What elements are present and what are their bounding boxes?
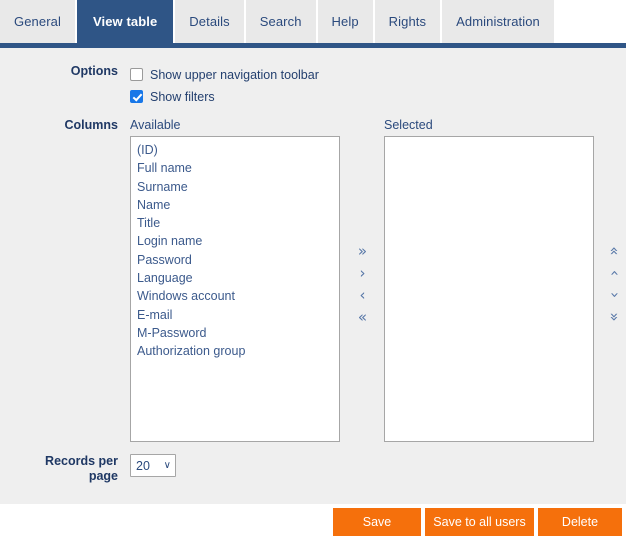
save-to-all-users-button[interactable]: Save to all users — [425, 508, 534, 536]
tab-label: Search — [259, 14, 302, 29]
view-table-settings-panel: Options Show upper navigation toolbar Sh… — [0, 48, 626, 504]
order-arrow-group: « ‹ › » — [601, 242, 626, 330]
checkbox-show-upper-navigation-toolbar[interactable] — [130, 68, 143, 81]
columns-label: Columns — [64, 118, 118, 132]
tab-administration[interactable]: Administration — [442, 0, 554, 43]
options-label: Options — [70, 64, 118, 78]
chevron-down-icon: ∨ — [163, 459, 171, 471]
available-column: Available (ID) Full name Surname Name Ti… — [130, 118, 340, 442]
tab-details[interactable]: Details — [175, 0, 244, 43]
move-right-icon[interactable]: › — [360, 264, 366, 282]
tab-view-table[interactable]: View table — [76, 0, 174, 43]
list-item[interactable]: M-Password — [135, 324, 339, 342]
records-per-page-row: Records per page 20 ∨ — [10, 454, 510, 484]
tab-search[interactable]: Search — [245, 0, 316, 43]
move-down-icon[interactable]: › — [606, 292, 624, 298]
options-checkbox-group: Show upper navigation toolbar Show filte… — [130, 64, 319, 108]
columns-transfer-widget: Available (ID) Full name Surname Name Ti… — [130, 118, 626, 442]
options-row: Options Show upper navigation toolbar Sh… — [10, 64, 610, 108]
tab-bar-filler — [555, 0, 626, 43]
save-button[interactable]: Save — [333, 508, 421, 536]
checkbox-row-show-filters[interactable]: Show filters — [130, 86, 319, 107]
move-left-icon[interactable]: ‹ — [360, 286, 366, 304]
move-to-top-icon[interactable]: « — [606, 246, 624, 255]
tab-label: Details — [189, 14, 230, 29]
tab-rights[interactable]: Rights — [374, 0, 441, 43]
tab-label: Help — [331, 14, 359, 29]
list-item[interactable]: Surname — [135, 178, 339, 196]
list-item[interactable]: Authorization group — [135, 342, 339, 360]
tab-label: General — [14, 14, 61, 29]
available-listbox[interactable]: (ID) Full name Surname Name Title Login … — [130, 136, 340, 442]
checkbox-show-filters[interactable] — [130, 90, 143, 103]
records-per-page-label-line2: page — [88, 469, 118, 483]
list-item[interactable]: E-mail — [135, 306, 339, 324]
transfer-arrow-group: » › ‹ « — [349, 242, 376, 330]
list-item[interactable]: (ID) — [135, 141, 339, 159]
tab-help[interactable]: Help — [317, 0, 373, 43]
list-item[interactable]: Language — [135, 269, 339, 287]
selected-label: Selected — [384, 118, 433, 132]
tab-label: Administration — [456, 14, 540, 29]
checkbox-row-show-upper-navigation-toolbar[interactable]: Show upper navigation toolbar — [130, 64, 319, 85]
records-per-page-control: 20 ∨ — [130, 454, 176, 477]
checkbox-label: Show upper navigation toolbar — [150, 67, 319, 82]
tab-label: Rights — [388, 14, 427, 29]
available-label: Available — [130, 118, 181, 132]
records-per-page-label-line1: Records per — [45, 454, 118, 468]
action-footer: Save Save to all users Delete — [0, 504, 626, 540]
checkbox-label: Show filters — [150, 89, 215, 104]
list-item[interactable]: Title — [135, 214, 339, 232]
list-item[interactable]: Name — [135, 196, 339, 214]
move-all-left-icon[interactable]: « — [358, 308, 367, 326]
tab-general[interactable]: General — [0, 0, 75, 43]
tab-bar: General View table Details Search Help R… — [0, 0, 626, 43]
records-per-page-label: Records per page — [10, 454, 118, 484]
move-all-right-icon[interactable]: » — [358, 242, 367, 260]
records-per-page-select[interactable]: 20 ∨ — [130, 454, 176, 477]
selected-listbox[interactable] — [384, 136, 594, 442]
selected-column: Selected — [384, 118, 594, 442]
list-item[interactable]: Password — [135, 251, 339, 269]
list-item[interactable]: Login name — [135, 232, 339, 250]
tab-label: View table — [92, 14, 158, 29]
move-to-bottom-icon[interactable]: » — [606, 312, 624, 321]
move-up-icon[interactable]: ‹ — [606, 270, 624, 276]
delete-button[interactable]: Delete — [538, 508, 622, 536]
columns-row: Columns Available (ID) Full name Surname… — [10, 118, 624, 442]
list-item[interactable]: Full name — [135, 159, 339, 177]
records-per-page-value: 20 — [136, 458, 150, 473]
list-item[interactable]: Windows account — [135, 287, 339, 305]
